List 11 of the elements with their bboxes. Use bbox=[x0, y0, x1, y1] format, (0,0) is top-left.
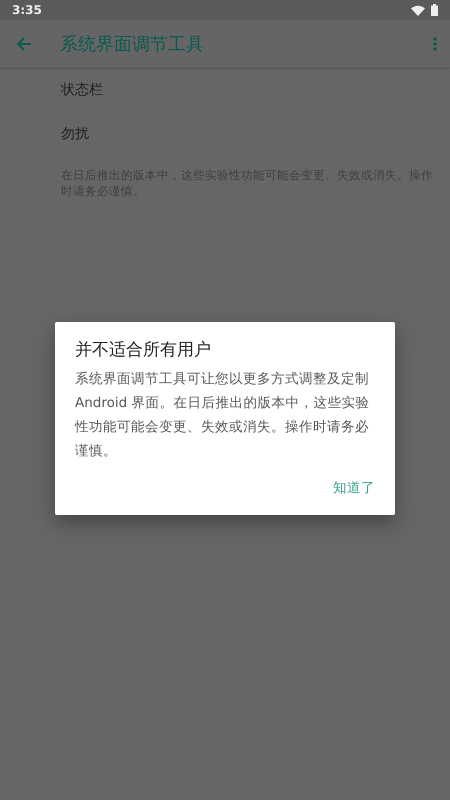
app-title: 系统界面调节工具 bbox=[60, 32, 205, 56]
dialog-title: 并不适合所有用户 bbox=[75, 339, 212, 361]
back-arrow-icon bbox=[16, 36, 32, 52]
setting-item[interactable]: 状态栏 bbox=[61, 68, 436, 112]
more-vertical-icon bbox=[433, 36, 437, 50]
status-time: 3:35 bbox=[12, 3, 42, 17]
dialog-message: 系统界面调节工具可让您以更多方式调整及定制 Android 界面。在日后推出的版本中，这些实验性功能可能会变更、失效或消失。操作时请务必谨慎。 bbox=[75, 370, 370, 461]
got-it-button[interactable]: 知道了 bbox=[333, 475, 375, 501]
setting-item[interactable]: 勿扰 bbox=[61, 112, 436, 156]
wifi-icon bbox=[411, 4, 425, 16]
battery-icon bbox=[431, 4, 438, 16]
